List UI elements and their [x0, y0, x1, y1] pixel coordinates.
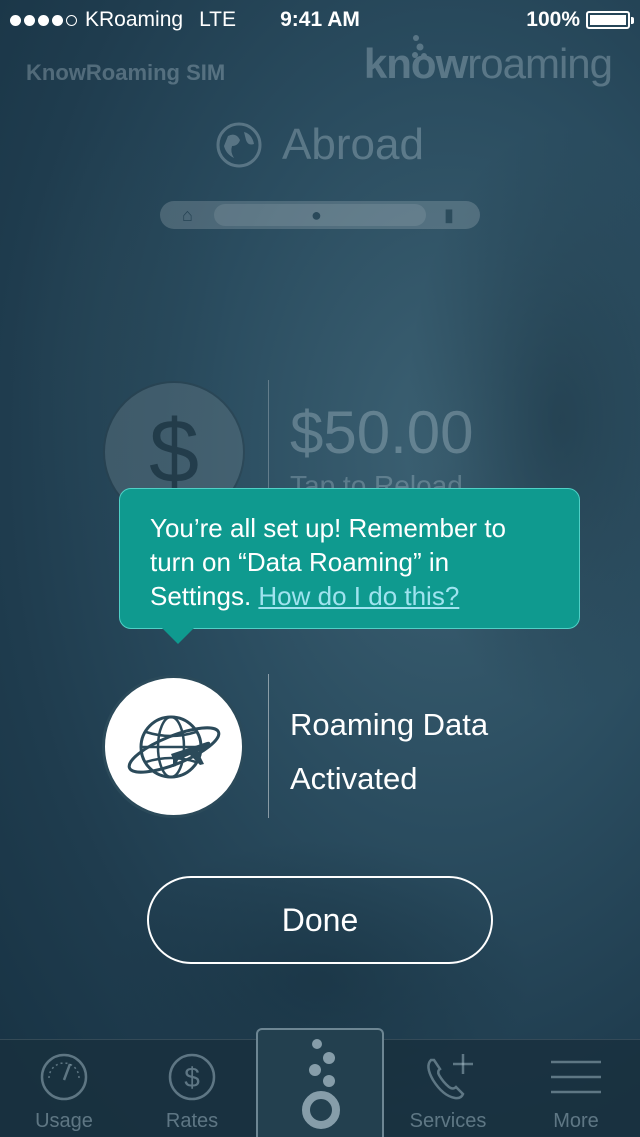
- logo-dots-icon: [411, 35, 427, 59]
- globe-small-icon[interactable]: ●: [311, 205, 322, 226]
- status-line-1: Roaming Data: [290, 707, 489, 742]
- tooltip-arrow: [162, 628, 194, 644]
- tab-home[interactable]: [256, 1028, 384, 1137]
- globe-icon: [216, 122, 262, 168]
- balance-amount: $50.00: [290, 399, 474, 466]
- door-icon[interactable]: ▮: [444, 205, 454, 226]
- done-button[interactable]: Done: [147, 876, 493, 964]
- sim-title: KnowRoaming SIM: [26, 60, 226, 85]
- tab-label-services: Services: [409, 1110, 487, 1132]
- logo-light: roaming: [467, 40, 613, 87]
- svg-text:$: $: [184, 1062, 200, 1093]
- location-indicator: Abroad: [0, 120, 640, 170]
- phone-plus-icon: [427, 1054, 473, 1100]
- help-link[interactable]: How do I do this?: [258, 581, 459, 611]
- status-divider: [268, 674, 269, 818]
- battery-percent: 100%: [526, 8, 580, 31]
- roaming-status: Roaming Data Activated: [290, 698, 488, 806]
- tab-label-usage: Usage: [35, 1110, 93, 1132]
- location-label: Abroad: [282, 120, 424, 169]
- battery-icon: [586, 11, 634, 29]
- location-pager[interactable]: ⌂ ● ▮: [160, 201, 480, 229]
- tab-bar: Usage $ Rates Services More: [0, 1028, 640, 1137]
- speedometer-icon: [40, 1053, 88, 1101]
- knowroaming-dots-icon: [302, 1039, 340, 1129]
- tab-services[interactable]: Services: [384, 1040, 512, 1137]
- status-bar: KRoaming LTE 9:41 AM 100%: [0, 0, 640, 40]
- tab-more[interactable]: More: [512, 1040, 640, 1137]
- tab-usage[interactable]: Usage: [0, 1040, 128, 1137]
- roaming-globe-plane-icon: [102, 675, 245, 818]
- status-right: 100%: [526, 8, 634, 32]
- balance-divider: [268, 380, 269, 490]
- tab-label-rates: Rates: [165, 1110, 219, 1132]
- tab-label-more: More: [553, 1110, 599, 1132]
- globe-plane-icon: [127, 715, 220, 778]
- home-icon[interactable]: ⌂: [182, 205, 193, 226]
- tab-rates[interactable]: $ Rates: [128, 1040, 256, 1137]
- dollar-circle-icon: $: [168, 1053, 216, 1101]
- status-line-2: Activated: [290, 761, 418, 796]
- setup-tooltip: You’re all set up! Remember to turn on “…: [119, 488, 580, 629]
- knowroaming-logo: knowroaming: [364, 35, 613, 88]
- hamburger-icon: [551, 1060, 601, 1094]
